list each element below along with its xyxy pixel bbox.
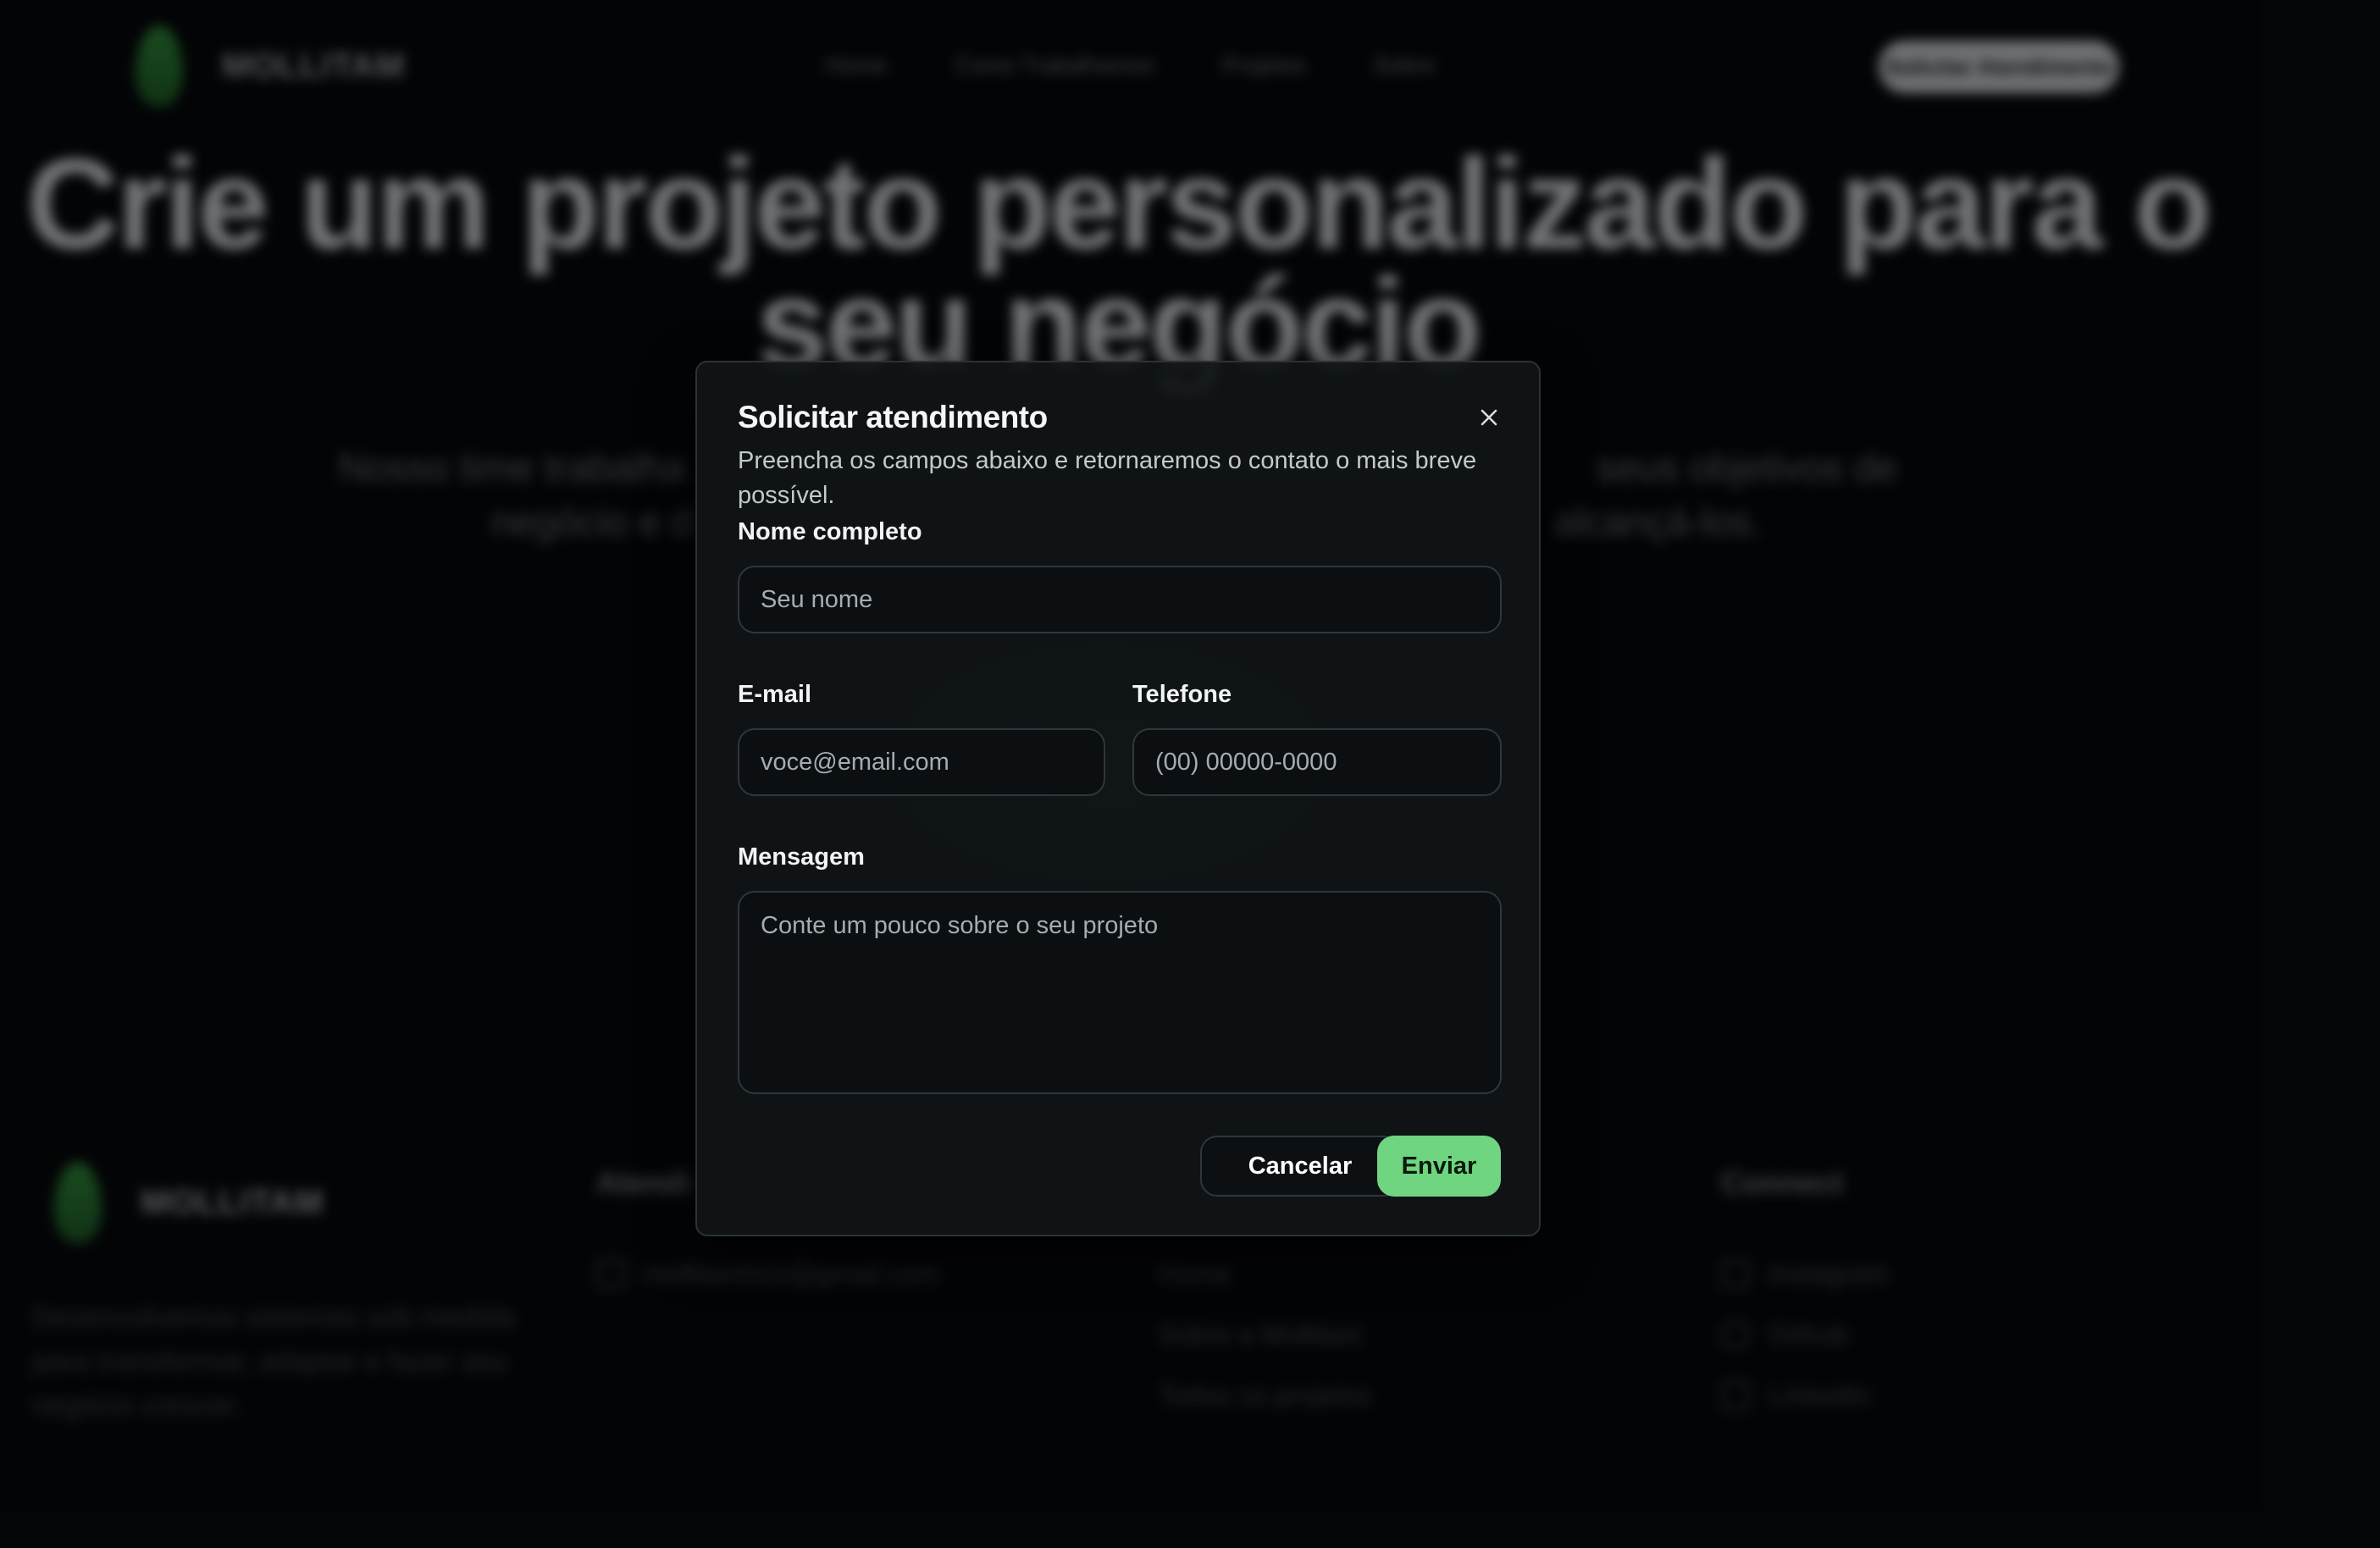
modal-title: Solicitar atendimento bbox=[738, 400, 1048, 434]
name-input[interactable] bbox=[738, 566, 1502, 633]
phone-label: Telefone bbox=[1132, 681, 1232, 708]
email-input[interactable] bbox=[738, 728, 1105, 796]
close-icon bbox=[1481, 409, 1497, 426]
phone-input[interactable] bbox=[1132, 728, 1502, 796]
modal-close-button[interactable] bbox=[1472, 401, 1506, 434]
submit-button[interactable]: Enviar bbox=[1377, 1136, 1501, 1197]
message-textarea[interactable] bbox=[738, 891, 1502, 1094]
cancel-button[interactable]: Cancelar bbox=[1200, 1136, 1400, 1197]
name-label: Nome completo bbox=[738, 518, 922, 545]
email-label: E-mail bbox=[738, 681, 812, 708]
modal-description: Preencha os campos abaixo e retornaremos… bbox=[738, 447, 1477, 509]
request-service-modal: Solicitar atendimento Preencha os campos… bbox=[695, 361, 1541, 1236]
message-label: Mensagem bbox=[738, 843, 865, 871]
